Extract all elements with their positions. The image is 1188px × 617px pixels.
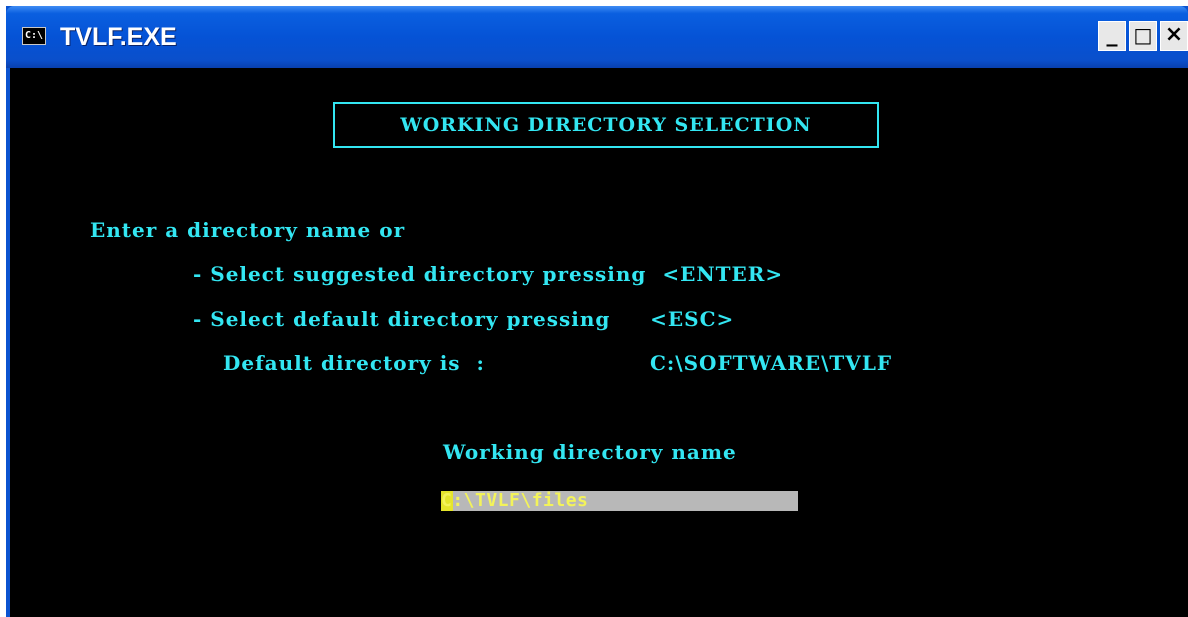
option-default-directory: - Select default directory pressing <ESC… xyxy=(193,307,735,331)
title-bar[interactable]: C:\ TVLF.EXE _ □ × xyxy=(6,6,1188,68)
window-title: TVLF.EXE xyxy=(60,23,177,51)
working-directory-input-value: C:\TVLF\files xyxy=(441,490,589,511)
working-directory-label: Working directory name xyxy=(443,440,737,464)
header-box: WORKING DIRECTORY SELECTION xyxy=(333,102,879,148)
option-suggested-directory: - Select suggested directory pressing <E… xyxy=(193,262,784,286)
header-title: WORKING DIRECTORY SELECTION xyxy=(400,114,812,136)
minimize-button[interactable]: _ xyxy=(1098,21,1126,51)
prompt-line: Enter a directory name or xyxy=(90,218,406,242)
close-button[interactable]: × xyxy=(1160,21,1188,51)
working-directory-input[interactable]: C:\TVLF\files xyxy=(441,490,798,511)
default-directory-value: C:\SOFTWARE\TVLF xyxy=(650,351,893,375)
default-directory-label: Default directory is : xyxy=(223,351,485,375)
maximize-button[interactable]: □ xyxy=(1129,21,1157,51)
console-area[interactable]: WORKING DIRECTORY SELECTION Enter a dire… xyxy=(10,68,1188,617)
console-window: C:\ TVLF.EXE _ □ × WORKING DIRECTORY SEL… xyxy=(6,6,1188,617)
console-app-icon[interactable]: C:\ xyxy=(22,27,46,45)
